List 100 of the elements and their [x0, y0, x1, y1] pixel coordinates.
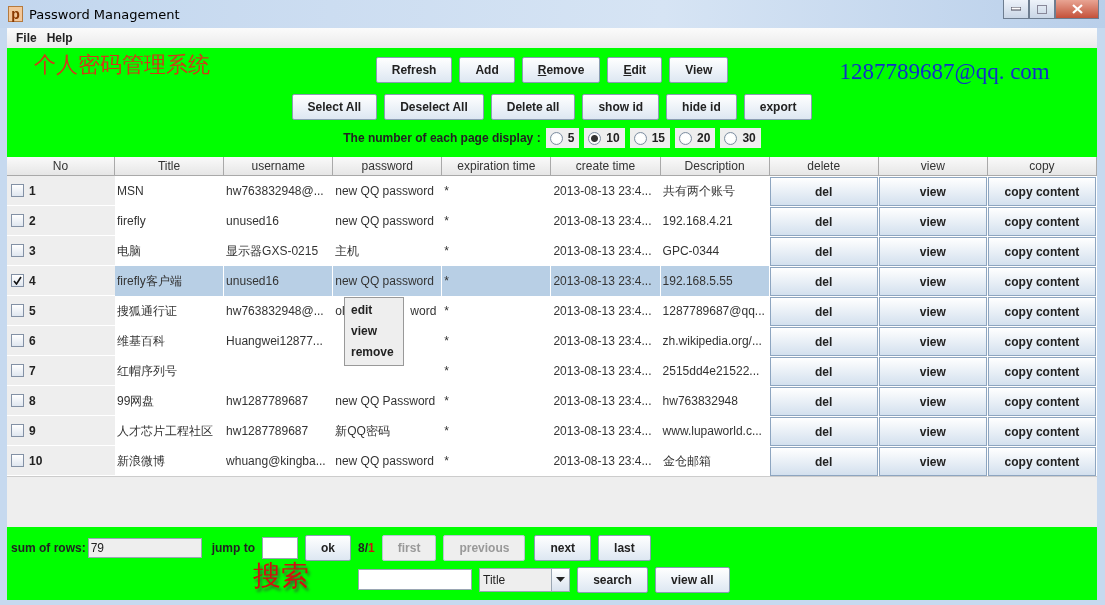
- copy-button[interactable]: copy content: [987, 267, 1096, 296]
- maximize-button[interactable]: [1029, 0, 1055, 19]
- column-header[interactable]: copy: [987, 157, 1097, 176]
- search-button[interactable]: view all: [655, 566, 730, 593]
- menu-option[interactable]: view: [345, 321, 403, 342]
- delete-button[interactable]: del: [769, 267, 878, 296]
- toolbar-button[interactable]: Refresh: [375, 57, 453, 83]
- checkbox[interactable]: [11, 304, 24, 317]
- view-button[interactable]: view: [878, 237, 987, 266]
- checkbox[interactable]: [11, 334, 24, 347]
- column-header[interactable]: Title: [115, 157, 225, 176]
- field-dropdown[interactable]: Title: [479, 567, 570, 592]
- menu-item[interactable]: Help: [41, 31, 78, 45]
- view-button[interactable]: view: [878, 297, 987, 326]
- toolbar-button[interactable]: Edit: [607, 57, 663, 83]
- menu-option[interactable]: edit: [345, 300, 403, 321]
- checkbox[interactable]: [11, 454, 24, 467]
- copy-button[interactable]: copy content: [987, 237, 1096, 266]
- delete-button[interactable]: del: [769, 387, 878, 416]
- page-size-radio[interactable]: 10: [584, 128, 625, 148]
- create-time-cell: 2013-08-13 23:4...: [551, 266, 661, 296]
- app-heading: 个人密码管理系统: [33, 51, 211, 79]
- jump-field[interactable]: [262, 536, 298, 559]
- pager-button[interactable]: next: [534, 534, 592, 561]
- username-cell: unused16: [224, 266, 334, 296]
- sum-field[interactable]: 79: [87, 537, 202, 558]
- sum-label: sum of rows:: [11, 540, 86, 555]
- column-header[interactable]: expiration time: [442, 157, 552, 176]
- row-number-cell: 4: [7, 266, 115, 296]
- delete-button[interactable]: del: [769, 177, 878, 206]
- copy-button[interactable]: copy content: [987, 177, 1096, 206]
- copy-button[interactable]: copy content: [987, 387, 1096, 416]
- view-button[interactable]: view: [878, 207, 987, 236]
- column-header[interactable]: create time: [551, 157, 661, 176]
- checkbox[interactable]: [11, 184, 24, 197]
- minimize-button[interactable]: [1003, 0, 1029, 19]
- view-button[interactable]: view: [878, 417, 987, 446]
- page-size-radio[interactable]: 5: [545, 128, 580, 148]
- row-number-cell: 6: [7, 326, 115, 356]
- checkbox[interactable]: [11, 244, 24, 257]
- column-header[interactable]: password: [333, 157, 443, 176]
- view-button[interactable]: view: [878, 357, 987, 386]
- delete-button[interactable]: del: [769, 417, 878, 446]
- row-number-cell: 10: [7, 446, 115, 476]
- row-number-cell: 3: [7, 236, 115, 266]
- checkbox[interactable]: [11, 214, 24, 227]
- view-button[interactable]: view: [878, 447, 987, 476]
- toolbar-button[interactable]: Delete all: [490, 94, 576, 120]
- column-header[interactable]: Description: [660, 157, 770, 176]
- column-header[interactable]: username: [224, 157, 334, 176]
- menu-item[interactable]: File: [11, 31, 42, 45]
- toolbar-button[interactable]: export: [743, 94, 813, 120]
- column-header[interactable]: delete: [769, 157, 879, 176]
- search-field[interactable]: [358, 569, 472, 590]
- expiration-cell: *: [442, 266, 552, 296]
- page-size-radio[interactable]: 30: [720, 128, 761, 148]
- view-button[interactable]: view: [878, 387, 987, 416]
- row-number-cell: 1: [7, 176, 115, 206]
- copy-button[interactable]: copy content: [987, 417, 1096, 446]
- pager-button[interactable]: last: [598, 534, 651, 561]
- toolbar-button[interactable]: show id: [582, 94, 660, 120]
- delete-button[interactable]: del: [769, 447, 878, 476]
- copy-button[interactable]: copy content: [987, 357, 1096, 386]
- toolbar-button[interactable]: Remove: [521, 57, 601, 83]
- page-size-radio[interactable]: 20: [675, 128, 716, 148]
- view-button[interactable]: view: [878, 177, 987, 206]
- close-button[interactable]: [1055, 0, 1099, 19]
- row-number-cell: 8: [7, 386, 115, 416]
- copy-button[interactable]: copy content: [987, 327, 1096, 356]
- delete-button[interactable]: del: [769, 237, 878, 266]
- toolbar-button[interactable]: Select All: [291, 94, 378, 120]
- search-button[interactable]: search: [577, 566, 648, 593]
- page-size-radio[interactable]: 15: [629, 128, 671, 148]
- view-button[interactable]: view: [878, 267, 987, 296]
- column-header[interactable]: No: [7, 157, 115, 176]
- toolbar-button[interactable]: Deselect All: [384, 94, 484, 120]
- column-header[interactable]: view: [878, 157, 988, 176]
- view-button[interactable]: view: [878, 327, 987, 356]
- checkbox[interactable]: [11, 364, 24, 377]
- row-number-cell: 2: [7, 206, 115, 236]
- delete-button[interactable]: del: [769, 357, 878, 386]
- password-fragment: ol: [335, 304, 345, 318]
- delete-button[interactable]: del: [769, 297, 878, 326]
- copy-button[interactable]: copy content: [987, 447, 1096, 476]
- caret-icon: [556, 577, 565, 582]
- jump-label: jump to: [211, 540, 255, 555]
- checkbox[interactable]: [11, 424, 24, 437]
- close-icon: [1071, 4, 1083, 14]
- delete-button[interactable]: del: [769, 207, 878, 236]
- delete-button[interactable]: del: [769, 327, 878, 356]
- toolbar-button[interactable]: hide id: [666, 94, 737, 120]
- toolbar-button[interactable]: Add: [459, 57, 515, 83]
- ok-button[interactable]: ok: [305, 534, 351, 561]
- menu-option[interactable]: remove: [345, 342, 403, 363]
- copy-button[interactable]: copy content: [987, 207, 1096, 236]
- checkbox[interactable]: [11, 274, 24, 287]
- checkbox[interactable]: [11, 394, 24, 407]
- toolbar-button[interactable]: View: [669, 57, 729, 83]
- password-fragment: word: [410, 304, 437, 318]
- copy-button[interactable]: copy content: [987, 297, 1096, 326]
